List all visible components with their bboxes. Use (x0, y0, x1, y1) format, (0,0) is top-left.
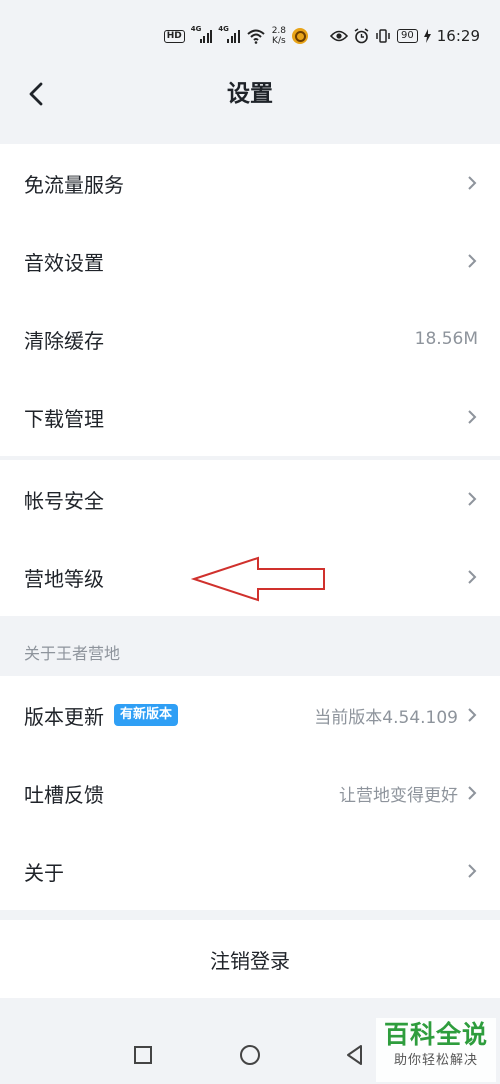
new-version-badge: 有新版本 (114, 704, 179, 726)
row-label: 音效设置 (24, 250, 104, 275)
row-label: 帐号安全 (24, 488, 104, 513)
watermark-main-text: 百科全说 (383, 1020, 488, 1049)
clock: 16:29 (436, 27, 480, 45)
eye-icon (330, 30, 349, 42)
watermark-sub-text: 助你轻松解决 (393, 1053, 478, 1068)
chevron-left-icon (29, 82, 43, 106)
current-version: 当前版本4.54.109 (314, 707, 458, 728)
logout-button[interactable]: 注销登录 (0, 920, 500, 998)
settings-row-account-security[interactable]: 帐号安全 (0, 460, 500, 538)
settings-row-download-management[interactable]: 下载管理 (0, 378, 500, 456)
row-label: 下载管理 (24, 406, 104, 431)
settings-row-clear-cache[interactable]: 清除缓存 18.56M (0, 300, 500, 378)
vibrate-icon (376, 29, 390, 43)
row-label: 关于 (24, 860, 64, 885)
feedback-hint: 让营地变得更好 (339, 785, 458, 806)
settings-row-sound-settings[interactable]: 音效设置 (0, 222, 500, 300)
chevron-right-icon (468, 254, 477, 268)
back-button[interactable] (18, 76, 54, 112)
row-label: 清除缓存 (24, 328, 104, 353)
charging-icon (423, 29, 431, 43)
triangle-back-icon[interactable] (344, 1044, 366, 1066)
row-label: 免流量服务 (24, 172, 124, 197)
page-title: 设置 (227, 81, 273, 107)
wifi-icon (247, 29, 265, 44)
row-label: 版本更新 (24, 704, 104, 729)
chevron-right-icon (468, 708, 477, 722)
square-icon[interactable] (132, 1044, 154, 1066)
section-header-about: 关于王者营地 (24, 644, 121, 663)
chevron-right-icon (468, 864, 477, 878)
signal-icon: 4G (191, 25, 213, 43)
alarm-icon (354, 28, 369, 44)
row-label: 营地等级 (24, 566, 104, 591)
status-icons: HD 4G 4G 2.8 K/s 90 16:29 (163, 25, 480, 47)
app-icon (292, 28, 309, 44)
chevron-right-icon (468, 786, 477, 800)
signal-icon: 4G (218, 25, 240, 43)
circle-icon[interactable] (239, 1044, 261, 1066)
settings-row-feedback[interactable]: 吐槽反馈 让营地变得更好 (0, 754, 500, 832)
settings-row-about[interactable]: 关于 (0, 832, 500, 910)
logout-label: 注销登录 (210, 948, 290, 973)
chevron-right-icon (468, 410, 477, 424)
chevron-right-icon (468, 492, 477, 506)
network-speed: 2.8 K/s (271, 26, 287, 46)
settings-row-version-update[interactable]: 版本更新 有新版本 当前版本4.54.109 (0, 676, 500, 754)
settings-row-data-free-service[interactable]: 免流量服务 (0, 144, 500, 222)
chevron-right-icon (468, 570, 477, 584)
hd-icon: HD (163, 29, 185, 43)
annotation-arrow-icon (190, 556, 325, 602)
watermark-logo: 百科全说 助你轻松解决 (376, 1018, 496, 1082)
settings-group-general: 免流量服务 音效设置 清除缓存 18.56M 下载管理 (0, 144, 500, 456)
row-label: 吐槽反馈 (24, 782, 104, 807)
chevron-right-icon (468, 176, 477, 190)
status-bar: HD 4G 4G 2.8 K/s 90 16:29 (0, 0, 500, 66)
settings-group-about: 版本更新 有新版本 当前版本4.54.109 吐槽反馈 让营地变得更好 关于 (0, 676, 500, 910)
battery-icon: 90 (397, 29, 418, 43)
title-bar: 设置 (0, 66, 500, 138)
cache-size: 18.56M (414, 329, 478, 349)
